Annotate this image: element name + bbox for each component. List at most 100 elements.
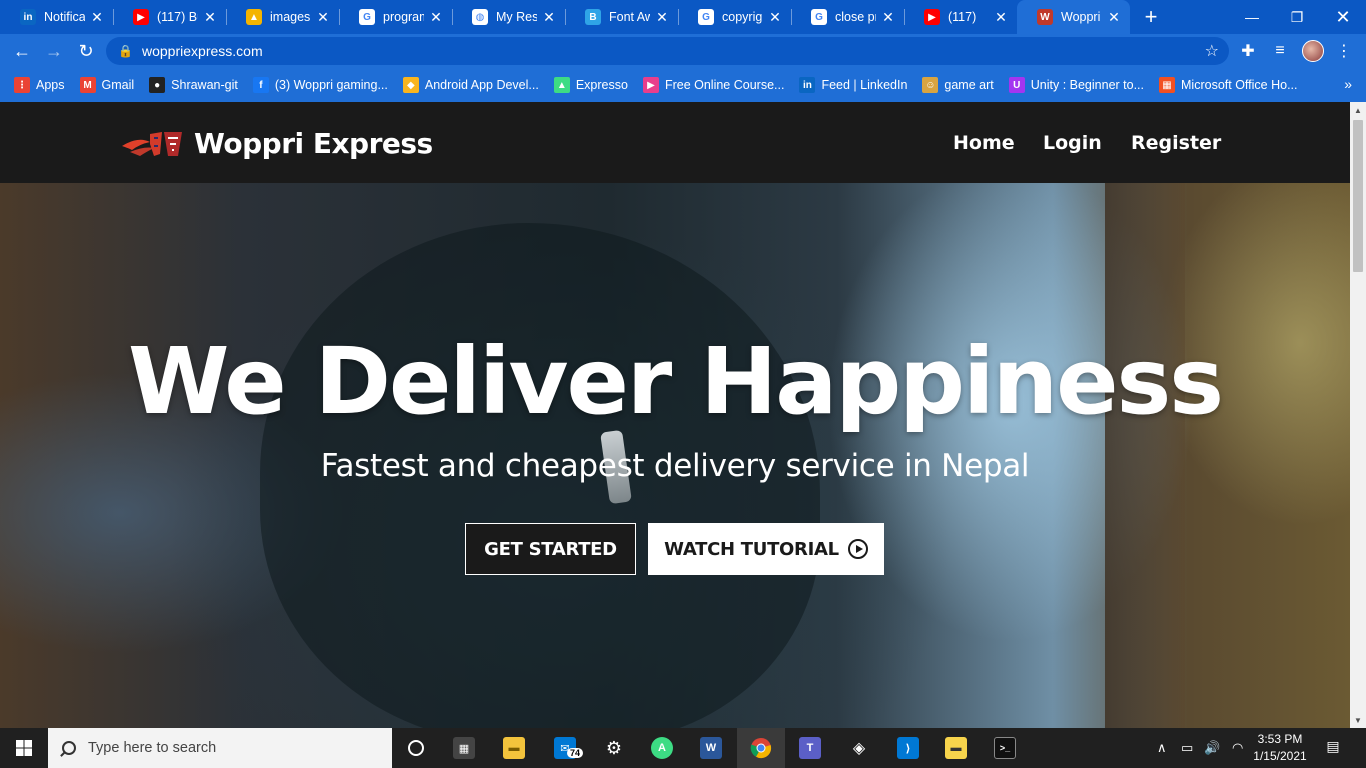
google-icon: G xyxy=(359,9,375,25)
browser-tab[interactable]: Gclose png ✕ xyxy=(791,0,904,34)
taskbar-chrome[interactable] xyxy=(737,728,785,768)
minimize-button[interactable]: — xyxy=(1229,0,1275,34)
brand[interactable]: Woppri Express xyxy=(120,126,433,160)
bookmark-item[interactable]: ▦ Microsoft Office Ho... xyxy=(1159,77,1297,93)
close-tab-icon[interactable]: ✕ xyxy=(880,9,896,26)
bookmark-item[interactable]: U Unity : Beginner to... xyxy=(1008,77,1144,93)
tab-title: (117) Buil xyxy=(157,10,198,24)
battery-icon[interactable]: ▭ xyxy=(1181,728,1193,768)
taskbar-store[interactable]: ▦ xyxy=(440,728,488,768)
nav-login-link[interactable]: Login xyxy=(1043,132,1102,154)
bootstrap-icon: B xyxy=(585,9,601,25)
store-icon: ▦ xyxy=(453,737,475,759)
close-tab-icon[interactable]: ✕ xyxy=(541,9,557,26)
taskbar-clock[interactable]: 3:53 PM 1/15/2021 xyxy=(1250,731,1310,765)
more-bookmarks-icon[interactable]: » xyxy=(1344,76,1352,92)
tab-title: programi xyxy=(383,10,424,24)
browser-tab[interactable]: B Font Awe ✕ xyxy=(565,0,678,34)
browser-tab[interactable]: W Woppri E ✕ xyxy=(1017,0,1130,34)
back-button[interactable]: ← xyxy=(6,35,38,67)
close-tab-icon[interactable]: ✕ xyxy=(654,9,670,26)
scroll-up-icon[interactable]: ▲ xyxy=(1350,102,1366,118)
bookmark-item[interactable]: ⋮ Apps xyxy=(14,77,65,93)
nav-register-link[interactable]: Register xyxy=(1131,132,1221,154)
search-icon xyxy=(62,741,76,755)
menu-icon[interactable]: ⋮ xyxy=(1328,34,1360,68)
bookmark-label: (3) Woppri gaming... xyxy=(274,78,388,92)
tab-title: (117) xyxy=(948,10,977,24)
taskbar-teams[interactable]: T xyxy=(786,728,834,768)
bookmark-item[interactable]: in Feed | LinkedIn xyxy=(799,77,907,93)
close-tab-icon[interactable]: ✕ xyxy=(428,9,444,26)
windows-logo-icon xyxy=(16,740,32,756)
bookmark-item[interactable]: ☺ game art xyxy=(922,77,994,93)
close-tab-icon[interactable]: ✕ xyxy=(89,9,105,26)
close-tab-icon[interactable]: ✕ xyxy=(767,9,783,26)
media-control-icon[interactable]: ≡ xyxy=(1264,34,1296,68)
lock-icon: 🔒 xyxy=(118,44,133,58)
task-view-button[interactable] xyxy=(392,728,440,768)
bookmark-item[interactable]: ▲ Expresso xyxy=(553,77,628,93)
browser-tab[interactable]: ▶ (117) Buil ✕ xyxy=(113,0,226,34)
tab-title: images - xyxy=(270,10,311,24)
taskbar-search-box[interactable]: Type here to search xyxy=(48,728,392,768)
taskbar-android-studio[interactable]: A xyxy=(638,728,686,768)
browser-tab[interactable]: ▲ images - ✕ xyxy=(226,0,339,34)
scroll-thumb[interactable] xyxy=(1353,120,1363,272)
volume-icon[interactable]: 🔊 xyxy=(1204,728,1220,768)
taskbar-vscode[interactable]: ⟩ xyxy=(884,728,932,768)
get-started-button[interactable]: GET STARTED xyxy=(465,523,636,575)
wifi-icon[interactable]: ◠ xyxy=(1232,728,1243,768)
taskbar-file-explorer[interactable]: ▬ xyxy=(490,728,538,768)
browser-tab[interactable]: Gcopyright ✕ xyxy=(678,0,791,34)
scroll-down-icon[interactable]: ▼ xyxy=(1350,712,1366,728)
close-tab-icon[interactable]: ✕ xyxy=(315,9,331,26)
bookmark-item[interactable]: ◆ Android App Devel... xyxy=(402,77,539,93)
taskbar-sticky-notes[interactable]: ▬ xyxy=(932,728,980,768)
browser-tab[interactable]: in Notificati ✕ xyxy=(0,0,113,34)
close-window-button[interactable]: ✕ xyxy=(1320,0,1366,34)
page-scrollbar[interactable]: ▲ ▼ xyxy=(1350,102,1366,728)
tab-title: copyright xyxy=(722,10,763,24)
bookmark-label: Microsoft Office Ho... xyxy=(1181,78,1298,92)
browser-tab[interactable]: ▶ (117) ✕ xyxy=(904,0,1017,34)
bookmark-item[interactable]: ▶ Free Online Course... xyxy=(642,77,784,93)
nav-home-link[interactable]: Home xyxy=(953,132,1015,154)
browser-tab[interactable]: ◍ My Resur ✕ xyxy=(452,0,565,34)
game-art-icon: ☺ xyxy=(922,77,939,93)
close-tab-icon[interactable]: ✕ xyxy=(993,9,1009,26)
bookmarks-bar: ⋮ Apps M Gmail ● Shrawan-git f (3) Woppri gamin… xyxy=(0,68,1366,102)
new-tab-button[interactable]: + xyxy=(1134,0,1168,34)
close-tab-icon[interactable]: ✕ xyxy=(202,9,218,26)
close-tab-icon[interactable]: ✕ xyxy=(1106,9,1122,26)
taskbar-unity[interactable]: ◈ xyxy=(835,728,883,768)
linkedin-icon: in xyxy=(20,9,36,25)
bookmark-label: Expresso xyxy=(575,78,628,92)
maximize-button[interactable]: ❐ xyxy=(1274,0,1320,34)
tray-chevron-icon[interactable]: ∧ xyxy=(1157,728,1167,768)
extensions-icon[interactable]: ✚ xyxy=(1232,34,1264,68)
start-button[interactable] xyxy=(0,728,48,768)
bookmark-star-icon[interactable]: ☆ xyxy=(1205,41,1219,61)
bookmark-item[interactable]: ● Shrawan-git xyxy=(149,77,238,93)
watch-tutorial-button[interactable]: WATCH TUTORIAL xyxy=(648,523,884,575)
taskbar-terminal[interactable]: >_ xyxy=(981,728,1029,768)
profile-avatar[interactable] xyxy=(1297,34,1329,68)
notifications-icon[interactable]: ▤ xyxy=(1322,738,1344,758)
reload-button[interactable]: ↻ xyxy=(70,35,102,67)
clock-date: 1/15/2021 xyxy=(1253,749,1307,763)
taskbar-settings[interactable]: ⚙ xyxy=(590,728,638,768)
mail-badge: 74 xyxy=(567,748,584,758)
bookmark-item[interactable]: M Gmail xyxy=(79,77,134,93)
browser-tab[interactable]: Gprogrami ✕ xyxy=(339,0,452,34)
bookmark-item[interactable]: f (3) Woppri gaming... xyxy=(252,77,388,93)
taskbar-word[interactable]: W xyxy=(687,728,735,768)
youtube-icon: ▶ xyxy=(924,9,940,25)
folder-icon: ▬ xyxy=(503,737,525,759)
tab-title: Notificati xyxy=(44,10,85,24)
tab-title: Font Awe xyxy=(609,10,650,24)
address-bar[interactable]: 🔒 woppriexpress.com ☆ xyxy=(106,37,1229,65)
vscode-icon: ⟩ xyxy=(897,737,919,759)
forward-button[interactable]: → xyxy=(38,35,70,67)
taskbar-mail[interactable]: ✉ 74 xyxy=(541,728,589,768)
